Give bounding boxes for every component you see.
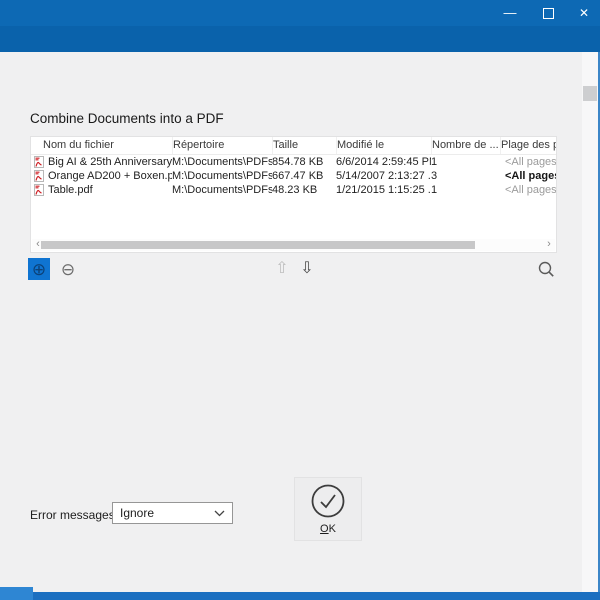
cell-page-range[interactable]: <All pages> (500, 184, 556, 196)
up-arrow-icon: ⇧ (275, 258, 288, 278)
chevron-down-icon (214, 510, 225, 517)
ok-label: OK (320, 523, 336, 535)
minimize-icon: — (504, 0, 517, 26)
move-down-button[interactable]: ⇩ (296, 256, 318, 280)
cell-directory: M:\Documents\PDFs (172, 156, 272, 168)
check-circle-icon (310, 483, 346, 519)
cell-pages: 1 (431, 184, 500, 196)
header-band (0, 26, 600, 52)
table-row[interactable]: Orange AD200 + Boxen.pdf M:\Documents\PD… (31, 169, 556, 183)
table-row[interactable]: Table.pdf M:\Documents\PDFs 48.23 KB 1/2… (31, 183, 556, 197)
cell-directory: M:\Documents\PDFs (172, 184, 272, 196)
cell-page-range[interactable]: <All pages> (500, 170, 556, 182)
cell-file-name: Table.pdf (48, 184, 93, 196)
column-header-pages[interactable]: Nombre de ... (431, 137, 500, 154)
pdf-file-icon (34, 156, 44, 168)
move-up-button[interactable]: ⇧ (271, 256, 293, 280)
scroll-right-button[interactable]: › (544, 239, 554, 251)
cell-file-name: Big AI & 25th Anniversary ... (48, 156, 172, 168)
bottom-corner-accent (0, 587, 33, 600)
column-header-range[interactable]: Plage des page (500, 137, 556, 154)
table-row[interactable]: Big AI & 25th Anniversary ... M:\Documen… (31, 155, 556, 169)
error-messages-select[interactable]: Ignore (112, 502, 233, 524)
minimize-button[interactable]: — (498, 0, 522, 26)
close-button[interactable]: ✕ (572, 0, 596, 26)
column-header-size[interactable]: Taille (272, 137, 336, 154)
pdf-file-icon (34, 170, 44, 182)
cell-page-range[interactable]: <All pages> (500, 156, 556, 168)
error-messages-label: Error messages: (30, 508, 118, 522)
plus-circle-icon: ⊕ (32, 259, 46, 280)
column-header-directory[interactable]: Répertoire (172, 137, 272, 154)
horizontal-scrollbar[interactable]: ‹ › (32, 239, 555, 251)
cell-pages: 1 (431, 156, 500, 168)
cell-size: 48.23 KB (272, 184, 336, 196)
ok-button[interactable]: OK (294, 477, 362, 541)
horizontal-scroll-thumb[interactable] (41, 241, 475, 249)
cell-size: 854.78 KB (272, 156, 336, 168)
minus-circle-icon: ⊖ (61, 259, 75, 280)
cell-modified: 6/6/2014 2:59:45 PM (336, 156, 431, 168)
down-arrow-icon: ⇩ (300, 258, 313, 278)
column-header-modified[interactable]: Modifié le (336, 137, 431, 154)
select-value: Ignore (120, 506, 154, 520)
page-title: Combine Documents into a PDF (30, 111, 224, 126)
app-window: — ✕ Combine Documents into a PDF Nom du … (0, 0, 600, 600)
file-table: Nom du fichier Répertoire Taille Modifié… (30, 136, 557, 253)
cell-directory: M:\Documents\PDFs (172, 170, 272, 182)
table-header-row: Nom du fichier Répertoire Taille Modifié… (31, 137, 556, 155)
cell-size: 667.47 KB (272, 170, 336, 182)
search-button[interactable] (534, 257, 558, 281)
bottom-bar (0, 592, 600, 600)
vertical-scrollbar-track[interactable] (582, 52, 598, 592)
maximize-icon (543, 8, 554, 19)
add-file-button[interactable]: ⊕ (28, 258, 50, 280)
search-icon (537, 260, 556, 279)
pdf-file-icon (34, 184, 44, 196)
cell-modified: 1/21/2015 1:15:25 ... (336, 184, 431, 196)
maximize-button[interactable] (536, 0, 560, 26)
remove-file-button[interactable]: ⊖ (57, 258, 79, 280)
close-icon: ✕ (579, 6, 589, 20)
cell-pages: 3 (431, 170, 500, 182)
vertical-scroll-thumb[interactable] (583, 86, 597, 101)
cell-file-name: Orange AD200 + Boxen.pdf (48, 170, 172, 182)
column-header-name[interactable]: Nom du fichier (31, 137, 172, 154)
cell-modified: 5/14/2007 2:13:27 ... (336, 170, 431, 182)
